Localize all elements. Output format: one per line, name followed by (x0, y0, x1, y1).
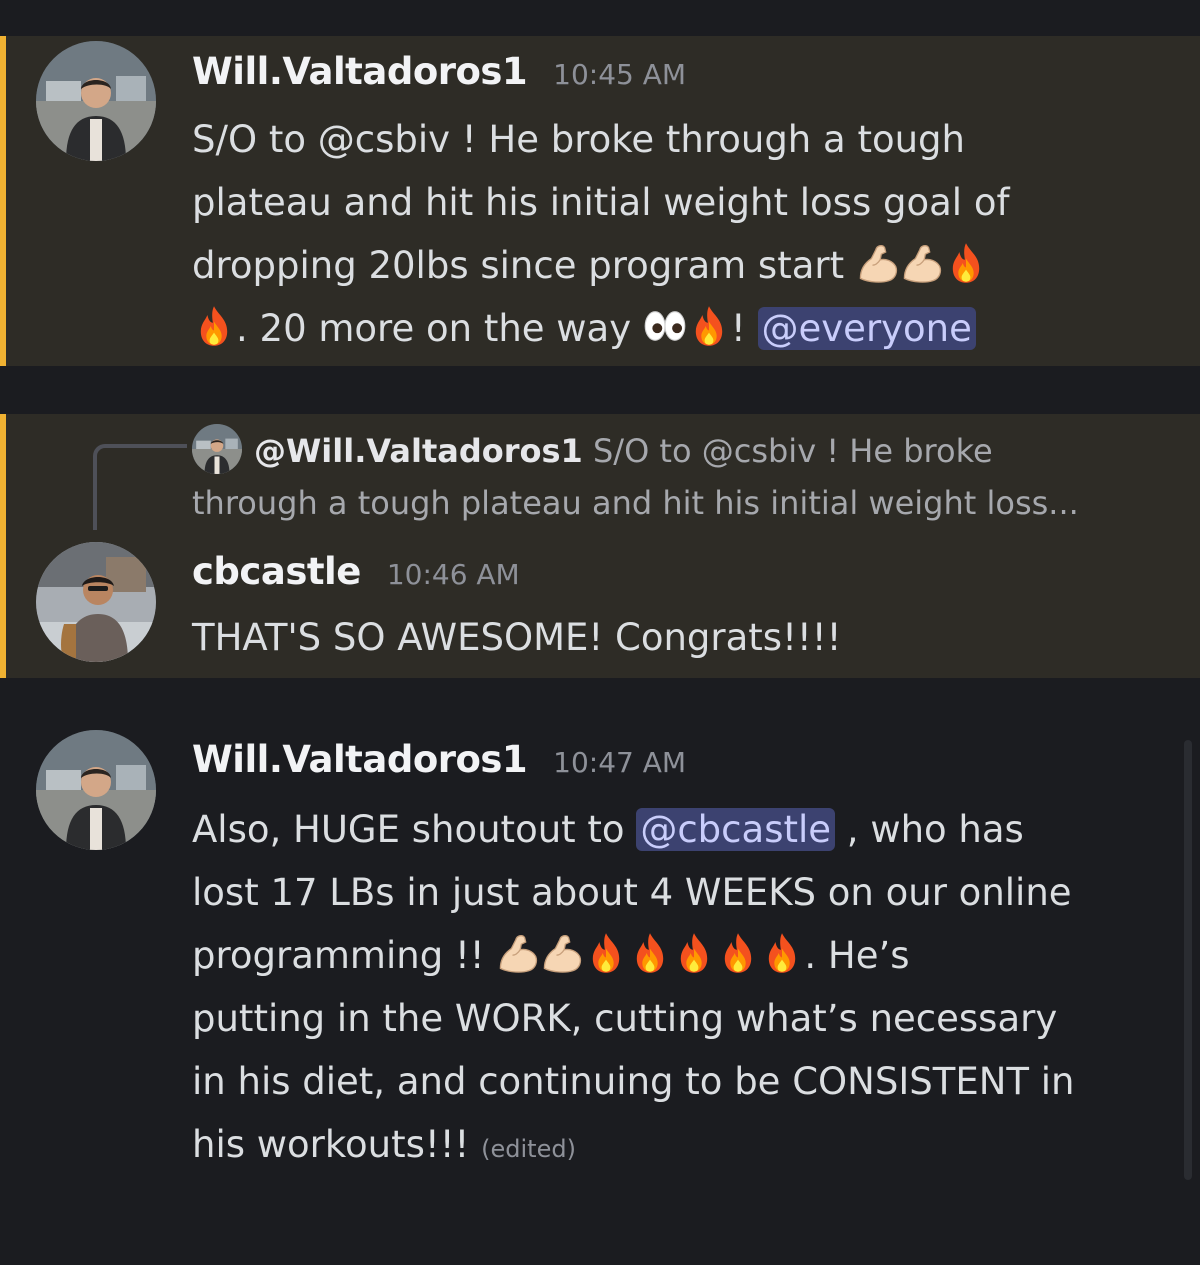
fire-emoji-icon (760, 931, 804, 975)
fire-emoji-icon (672, 931, 716, 975)
message-line: lost 17 LBs in just about 4 WEEKS on our… (192, 871, 1072, 914)
message-line: plateau and hit his initial weight loss … (192, 181, 1010, 224)
message-text: , who has (846, 808, 1024, 851)
fire-emoji-icon (192, 304, 236, 348)
message-line: programming !! . He’s (192, 924, 1074, 987)
avatar[interactable] (36, 41, 156, 161)
reply-avatar (192, 424, 242, 474)
message-content: THAT'S SO AWESOME! Congrats!!!! (192, 606, 841, 669)
message-content: Also, HUGE shoutout to @cbcastle , who h… (192, 798, 1074, 1176)
message-line: in his diet, and continuing to be CONSIS… (192, 1060, 1075, 1103)
fire-emoji-icon (716, 931, 760, 975)
message-line: THAT'S SO AWESOME! Congrats!!!! (192, 616, 842, 659)
message-line: his workouts!!! (edited) (192, 1113, 1074, 1176)
fire-emoji-icon (628, 931, 672, 975)
message-content: S/O to @csbiv ! He broke through a tough… (192, 108, 1010, 360)
reply-connector (93, 444, 187, 530)
message-text: programming !! (192, 934, 485, 977)
flexed-biceps-emoji-icon (856, 241, 900, 285)
flexed-biceps-emoji-icon (540, 931, 584, 975)
fire-emoji-icon (584, 931, 628, 975)
fire-emoji-icon (944, 241, 988, 285)
message-line: . 20 more on the way ! @everyone (192, 297, 1010, 360)
message-text: his workouts!!! (192, 1123, 470, 1166)
message-line: putting in the WORK, cutting what’s nece… (192, 997, 1058, 1040)
username[interactable]: Will.Valtadoros1 (192, 50, 528, 93)
timestamp: 10:47 AM (553, 746, 687, 779)
reply-author[interactable]: @Will.Valtadoros1 (254, 432, 583, 470)
fire-emoji-icon (687, 304, 731, 348)
edited-indicator: (edited) (481, 1135, 576, 1163)
flexed-biceps-emoji-icon (900, 241, 944, 285)
message-line: dropping 20lbs since program start (192, 234, 1010, 297)
message-1[interactable]: Will.Valtadoros1 10:45 AM S/O to @csbiv … (0, 36, 1200, 366)
message-text: Also, HUGE shoutout to (192, 808, 625, 851)
reply-text: S/O to @csbiv ! He broke (592, 432, 993, 470)
message-text: . 20 more on the way (236, 307, 632, 350)
username[interactable]: cbcastle (192, 550, 361, 593)
message-text: ! (730, 307, 746, 350)
mention-cbcastle[interactable]: @cbcastle (636, 808, 836, 851)
username[interactable]: Will.Valtadoros1 (192, 738, 528, 781)
timestamp: 10:45 AM (553, 58, 687, 91)
flexed-biceps-emoji-icon (496, 931, 540, 975)
reply-preview[interactable]: @Will.Valtadoros1 S/O to @csbiv ! He bro… (192, 424, 1079, 529)
avatar[interactable] (36, 730, 156, 850)
reply-text: through a tough plateau and hit his init… (192, 484, 1079, 522)
message-line: S/O to @csbiv ! He broke through a tough (192, 118, 965, 161)
message-line: Also, HUGE shoutout to @cbcastle , who h… (192, 798, 1074, 861)
mention-everyone[interactable]: @everyone (757, 307, 976, 350)
message-text: . He’s (804, 934, 910, 977)
eyes-emoji-icon (643, 304, 687, 348)
scrollbar[interactable] (1184, 740, 1192, 1180)
message-text: dropping 20lbs since program start (192, 244, 845, 287)
message-3[interactable]: Will.Valtadoros1 10:47 AM Also, HUGE sho… (0, 722, 1200, 1192)
timestamp: 10:46 AM (386, 558, 520, 591)
avatar[interactable] (36, 542, 156, 662)
